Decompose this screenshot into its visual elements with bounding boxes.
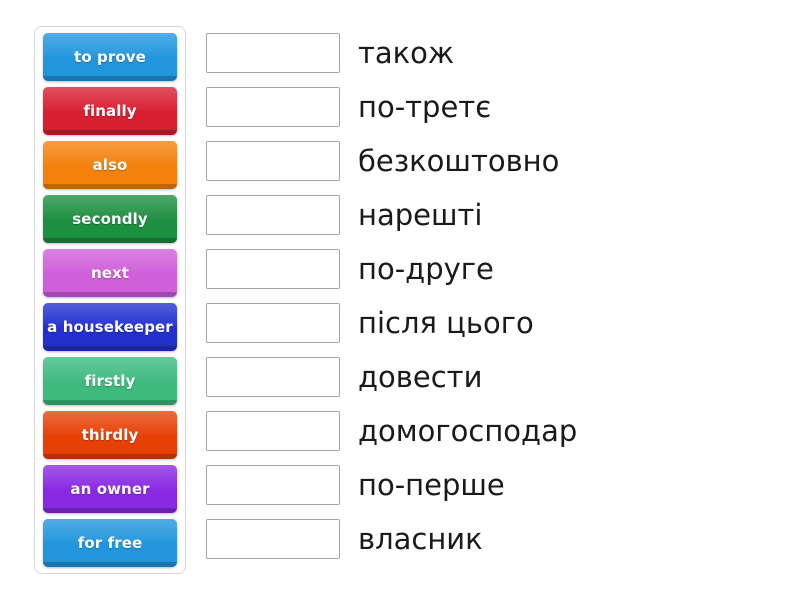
answer-row: також <box>206 33 766 73</box>
draggable-tile[interactable]: a housekeeper <box>43 303 177 351</box>
answer-drop-box[interactable] <box>206 303 340 343</box>
answer-row: по-перше <box>206 465 766 505</box>
prompt-text: домогосподар <box>358 414 578 448</box>
match-up-activity: to prove finally also secondly next a houseke… <box>0 0 800 600</box>
answer-row: нарешті <box>206 195 766 235</box>
draggable-tile[interactable]: secondly <box>43 195 177 243</box>
answer-row: безкоштовно <box>206 141 766 181</box>
answer-drop-box[interactable] <box>206 465 340 505</box>
answer-drop-box[interactable] <box>206 33 340 73</box>
draggable-tile-label: also <box>92 155 128 174</box>
draggable-tile-tray: to prove finally also secondly next a houseke… <box>34 26 186 574</box>
draggable-tile[interactable]: to prove <box>43 33 177 81</box>
prompt-text: по-друге <box>358 252 494 286</box>
draggable-tile-label: finally <box>83 101 137 120</box>
answer-row: після цього <box>206 303 766 343</box>
draggable-tile[interactable]: next <box>43 249 177 297</box>
draggable-tile-label: thirdly <box>81 425 139 444</box>
answer-row: довести <box>206 357 766 397</box>
prompt-text: безкоштовно <box>358 144 560 178</box>
prompt-text: після цього <box>358 306 534 340</box>
answer-row: по-третє <box>206 87 766 127</box>
prompt-text: також <box>358 36 455 70</box>
draggable-tile[interactable]: finally <box>43 87 177 135</box>
draggable-tile-label: firstly <box>84 371 136 390</box>
draggable-tile[interactable]: also <box>43 141 177 189</box>
draggable-tile-label: next <box>90 263 130 282</box>
answer-drop-box[interactable] <box>206 519 340 559</box>
answer-drop-box[interactable] <box>206 249 340 289</box>
answer-row: по-друге <box>206 249 766 289</box>
answer-row-list: також по-третє безкоштовно нарешті по-друге п… <box>206 33 766 559</box>
prompt-text: власник <box>358 522 483 556</box>
draggable-tile-label: an owner <box>70 479 150 498</box>
prompt-text: по-третє <box>358 90 492 124</box>
draggable-tile-label: secondly <box>72 209 148 228</box>
prompt-text: довести <box>358 360 483 394</box>
answer-drop-box[interactable] <box>206 87 340 127</box>
draggable-tile[interactable]: an owner <box>43 465 177 513</box>
draggable-tile[interactable]: firstly <box>43 357 177 405</box>
draggable-tile[interactable]: for free <box>43 519 177 567</box>
draggable-tile-label: a housekeeper <box>47 317 173 336</box>
answer-row: домогосподар <box>206 411 766 451</box>
draggable-tile[interactable]: thirdly <box>43 411 177 459</box>
answer-drop-box[interactable] <box>206 357 340 397</box>
answer-drop-box[interactable] <box>206 411 340 451</box>
answer-drop-box[interactable] <box>206 195 340 235</box>
prompt-text: нарешті <box>358 198 483 232</box>
answer-drop-box[interactable] <box>206 141 340 181</box>
draggable-tile-label: for free <box>77 533 143 552</box>
draggable-tile-label: to prove <box>74 47 146 66</box>
answer-row: власник <box>206 519 766 559</box>
prompt-text: по-перше <box>358 468 505 502</box>
